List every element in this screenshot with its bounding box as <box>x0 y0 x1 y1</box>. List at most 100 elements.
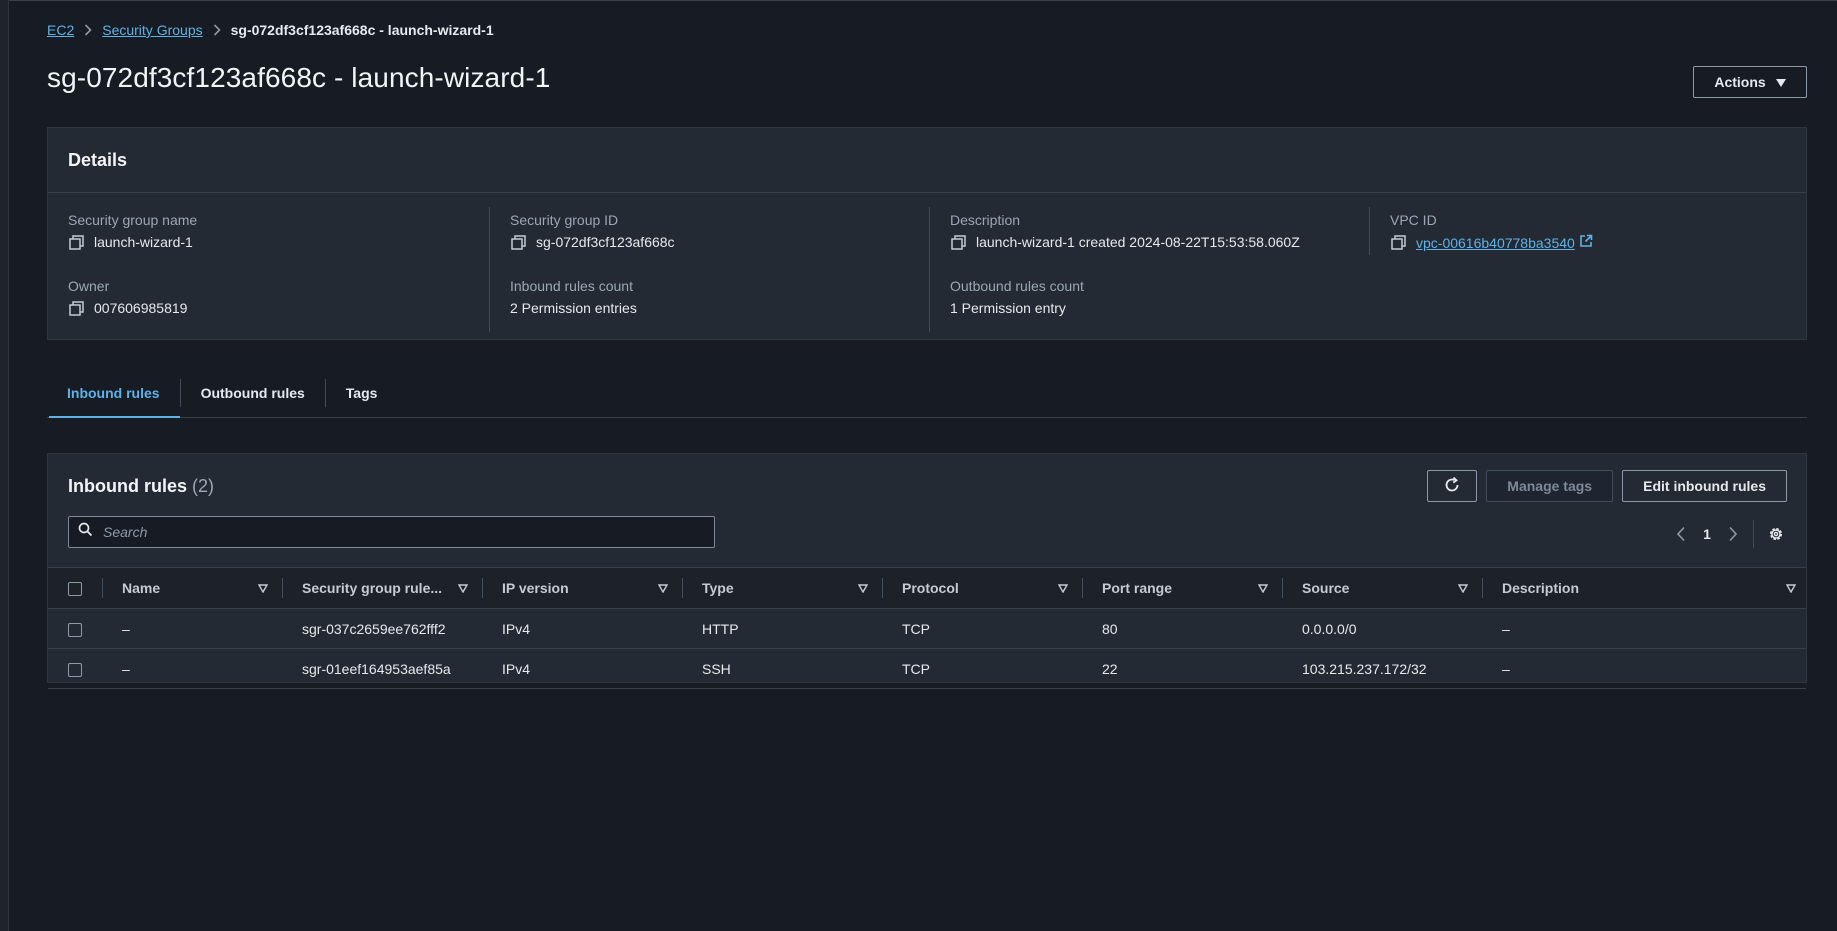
column-header-port-range[interactable]: Port range <box>1082 568 1282 609</box>
inbound-rules-count: (2) <box>192 476 215 496</box>
search-icon <box>78 522 93 542</box>
column-header-ip-version[interactable]: IP version <box>482 568 682 609</box>
vpc-id-value[interactable]: vpc-00616b40778ba3540 <box>1416 235 1575 251</box>
column-header-source[interactable]: Source <box>1282 568 1482 609</box>
row-checkbox[interactable] <box>68 662 82 677</box>
select-all-checkbox[interactable] <box>68 582 82 597</box>
details-column-1: Security group name launch-wizard-1 Owne… <box>48 193 489 333</box>
copy-icon[interactable] <box>950 234 966 250</box>
pagination: 1 <box>1669 520 1788 548</box>
breadcrumb-ec2[interactable]: EC2 <box>47 22 74 38</box>
column-header-type[interactable]: Type <box>682 568 882 609</box>
chevron-right-icon <box>213 24 221 36</box>
outbound-rules-count-value: 1 Permission entry <box>950 300 1066 316</box>
details-column-2: Security group ID sg-072df3cf123af668c I… <box>489 207 930 332</box>
tab-inbound-rules[interactable]: Inbound rules <box>47 369 180 418</box>
edit-inbound-rules-button[interactable]: Edit inbound rules <box>1622 470 1787 502</box>
search-field[interactable] <box>68 516 715 548</box>
sort-down-icon[interactable] <box>1458 583 1468 593</box>
breadcrumb-security-groups[interactable]: Security Groups <box>102 22 202 38</box>
copy-icon[interactable] <box>1390 235 1406 251</box>
sort-down-icon[interactable] <box>458 583 468 593</box>
window-top-border <box>0 0 1837 1</box>
column-header-name[interactable]: Name <box>102 568 282 609</box>
cell-port-range: 22 <box>1102 660 1118 677</box>
column-label: Name <box>122 580 161 596</box>
pagination-divider <box>1753 520 1754 548</box>
field-security-group-id: Security group ID sg-072df3cf123af668c <box>510 212 675 250</box>
row-select-cell <box>48 649 102 689</box>
actions-button[interactable]: Actions <box>1693 66 1807 98</box>
chevron-right-icon <box>84 24 92 36</box>
current-page-number[interactable]: 1 <box>1693 526 1721 542</box>
copy-icon[interactable] <box>68 234 84 250</box>
sort-down-icon[interactable] <box>858 583 868 593</box>
tab-tags[interactable]: Tags <box>326 369 398 417</box>
cell-name: – <box>122 620 130 637</box>
row-select-cell <box>48 609 102 649</box>
cell-description: – <box>1502 620 1510 637</box>
field-inbound-rules-count: Inbound rules count 2 Permission entries <box>510 278 637 316</box>
field-label: Inbound rules count <box>510 278 633 294</box>
cell-source: 103.215.237.172/32 <box>1302 660 1427 677</box>
column-label: Protocol <box>902 580 959 596</box>
description-value: launch-wizard-1 created 2024-08-22T15:53… <box>976 234 1300 250</box>
inbound-rules-actions: Manage tags Edit inbound rules <box>1427 470 1787 502</box>
sort-down-icon[interactable] <box>1258 583 1268 593</box>
field-value-row: sg-072df3cf123af668c <box>510 234 675 250</box>
table-row[interactable]: – sgr-037c2659ee762fff2 IPv4 HTTP TCP 80… <box>48 609 1806 649</box>
sort-down-icon[interactable] <box>1786 583 1796 593</box>
cell-type: HTTP <box>702 620 739 637</box>
field-value-row: vpc-00616b40778ba3540 <box>1390 234 1593 251</box>
column-label: Port range <box>1102 580 1173 596</box>
settings-gear-icon[interactable] <box>1764 522 1788 546</box>
cell-description: – <box>1502 660 1510 677</box>
column-header-security-group-rule-id[interactable]: Security group rule... <box>282 568 482 609</box>
copy-icon[interactable] <box>68 300 84 316</box>
details-column-3: Description launch-wizard-1 created 2024… <box>929 207 1370 332</box>
side-navigation-collapsed[interactable] <box>0 0 9 931</box>
external-link-icon <box>1579 234 1593 251</box>
breadcrumb: EC2 Security Groups sg-072df3cf123af668c… <box>47 22 494 38</box>
owner-value: 007606985819 <box>94 300 188 316</box>
field-description: Description launch-wizard-1 created 2024… <box>950 212 1300 250</box>
column-header-description[interactable]: Description <box>1482 568 1806 609</box>
copy-icon[interactable] <box>510 234 526 250</box>
cell-source: 0.0.0.0/0 <box>1302 620 1357 637</box>
field-outbound-rules-count: Outbound rules count 1 Permission entry <box>950 278 1084 316</box>
cell-protocol: TCP <box>902 620 930 637</box>
cell-type: SSH <box>702 660 731 677</box>
column-label: IP version <box>502 580 569 596</box>
security-group-name-value: launch-wizard-1 <box>94 234 193 250</box>
previous-page-button[interactable] <box>1669 522 1693 546</box>
table-row[interactable]: – sgr-01eef164953aef85a IPv4 SSH TCP 22 … <box>48 649 1806 689</box>
field-owner: Owner 007606985819 <box>68 278 187 316</box>
column-header-protocol[interactable]: Protocol <box>882 568 1082 609</box>
inbound-rules-title: Inbound rules <box>68 476 187 496</box>
tab-outbound-rules[interactable]: Outbound rules <box>181 369 325 417</box>
column-label: Security group rule... <box>302 580 443 596</box>
cell-protocol: TCP <box>902 660 930 677</box>
cell-ip-version: IPv4 <box>502 620 531 637</box>
field-label: Security group name <box>68 212 198 228</box>
manage-tags-button[interactable]: Manage tags <box>1486 470 1614 502</box>
sort-down-icon[interactable] <box>258 583 268 593</box>
refresh-button[interactable] <box>1427 470 1478 502</box>
sort-down-icon[interactable] <box>1058 583 1068 593</box>
vpc-id-link[interactable]: vpc-00616b40778ba3540 <box>1416 234 1593 251</box>
field-label: Description <box>950 212 1021 228</box>
details-panel: Details Security group name launch-wizar… <box>47 127 1807 340</box>
details-header: Details <box>48 128 1806 193</box>
column-label: Description <box>1502 580 1580 596</box>
next-page-button[interactable] <box>1721 522 1745 546</box>
inbound-rules-heading: Inbound rules (2) <box>68 476 214 497</box>
actions-button-label: Actions <box>1714 74 1766 90</box>
row-checkbox[interactable] <box>68 622 82 637</box>
cell-rule-id: sgr-037c2659ee762fff2 <box>302 620 446 637</box>
table-header-row: Name Security group rule... IP version T… <box>48 567 1806 609</box>
field-value-row: launch-wizard-1 created 2024-08-22T15:53… <box>950 234 1300 250</box>
caret-down-icon <box>1775 74 1786 90</box>
field-security-group-name: Security group name launch-wizard-1 <box>68 212 197 250</box>
search-input[interactable] <box>101 523 695 541</box>
sort-down-icon[interactable] <box>658 583 668 593</box>
